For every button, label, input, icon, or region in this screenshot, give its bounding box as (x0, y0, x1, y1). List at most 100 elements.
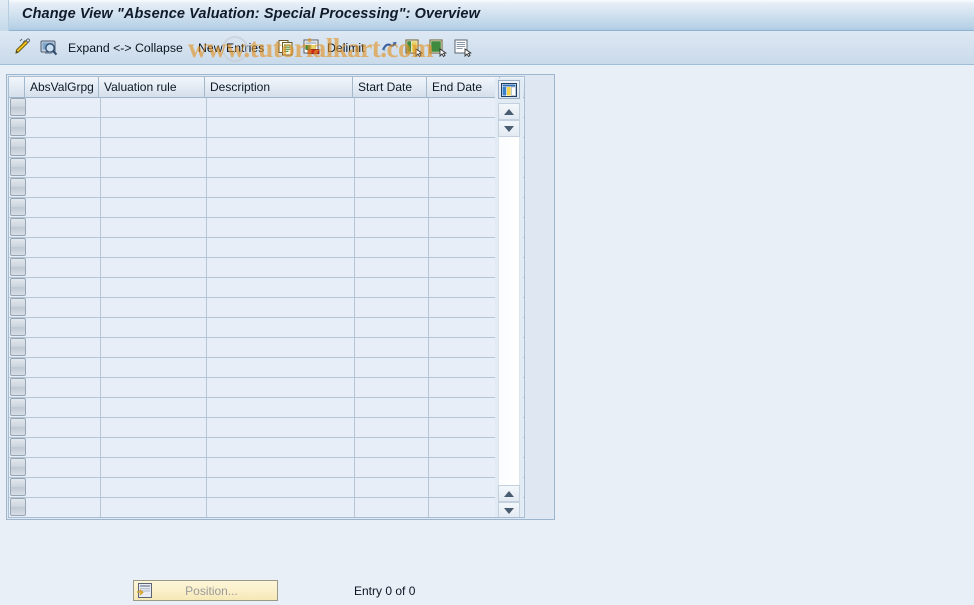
table-row[interactable] (9, 98, 524, 118)
row-select-button[interactable] (10, 278, 26, 296)
cell-valuationrule[interactable] (101, 138, 207, 157)
deselect-all-button[interactable] (452, 31, 473, 64)
cell-enddate[interactable] (429, 358, 502, 377)
cell-absvalgrp[interactable] (27, 138, 101, 157)
select-all-button[interactable] (403, 31, 424, 64)
undo-button[interactable] (379, 31, 400, 64)
row-select-button[interactable] (10, 358, 26, 376)
cell-valuationrule[interactable] (101, 218, 207, 237)
cell-valuationrule[interactable] (101, 338, 207, 357)
cell-description[interactable] (207, 498, 355, 517)
change-mode-button[interactable] (12, 31, 33, 64)
cell-description[interactable] (207, 98, 355, 117)
cell-startdate[interactable] (355, 238, 429, 257)
table-row[interactable] (9, 398, 524, 418)
row-select-button[interactable] (10, 118, 26, 136)
row-select-button[interactable] (10, 378, 26, 396)
cell-description[interactable] (207, 338, 355, 357)
cell-enddate[interactable] (429, 298, 502, 317)
cell-enddate[interactable] (429, 458, 502, 477)
cell-description[interactable] (207, 138, 355, 157)
cell-startdate[interactable] (355, 98, 429, 117)
cell-absvalgrp[interactable] (27, 338, 101, 357)
cell-enddate[interactable] (429, 418, 502, 437)
select-block-button[interactable] (427, 31, 448, 64)
cell-valuationrule[interactable] (101, 118, 207, 137)
row-select-button[interactable] (10, 478, 26, 496)
cell-startdate[interactable] (355, 318, 429, 337)
cell-startdate[interactable] (355, 338, 429, 357)
display-mode-button[interactable] (38, 31, 59, 64)
row-select-button[interactable] (10, 398, 26, 416)
column-config-button[interactable] (498, 80, 520, 99)
cell-absvalgrp[interactable] (27, 478, 101, 497)
cell-description[interactable] (207, 198, 355, 217)
row-select-button[interactable] (10, 218, 26, 236)
cell-valuationrule[interactable] (101, 478, 207, 497)
cell-enddate[interactable] (429, 338, 502, 357)
cell-startdate[interactable] (355, 158, 429, 177)
table-row[interactable] (9, 378, 524, 398)
cell-absvalgrp[interactable] (27, 218, 101, 237)
scroll-up-button-top[interactable] (498, 103, 520, 120)
cell-enddate[interactable] (429, 278, 502, 297)
cell-enddate[interactable] (429, 138, 502, 157)
cell-description[interactable] (207, 258, 355, 277)
cell-description[interactable] (207, 278, 355, 297)
row-select-button[interactable] (10, 138, 26, 156)
cell-valuationrule[interactable] (101, 438, 207, 457)
header-select-all-cell[interactable] (9, 77, 25, 97)
cell-description[interactable] (207, 158, 355, 177)
table-row[interactable] (9, 358, 524, 378)
cell-description[interactable] (207, 378, 355, 397)
cell-absvalgrp[interactable] (27, 118, 101, 137)
column-header-valuation-rule[interactable]: Valuation rule (99, 77, 205, 97)
cell-valuationrule[interactable] (101, 318, 207, 337)
cell-valuationrule[interactable] (101, 98, 207, 117)
cell-valuationrule[interactable] (101, 358, 207, 377)
cell-enddate[interactable] (429, 238, 502, 257)
cell-absvalgrp[interactable] (27, 98, 101, 117)
column-header-description[interactable]: Description (205, 77, 353, 97)
cell-enddate[interactable] (429, 498, 502, 517)
table-row[interactable] (9, 458, 524, 478)
cell-absvalgrp[interactable] (27, 298, 101, 317)
cell-enddate[interactable] (429, 318, 502, 337)
cell-enddate[interactable] (429, 198, 502, 217)
cell-description[interactable] (207, 298, 355, 317)
cell-description[interactable] (207, 478, 355, 497)
copy-button[interactable] (276, 31, 297, 64)
cell-valuationrule[interactable] (101, 278, 207, 297)
row-select-button[interactable] (10, 458, 26, 476)
row-select-button[interactable] (10, 238, 26, 256)
cell-absvalgrp[interactable] (27, 238, 101, 257)
scroll-down-button-bottom[interactable] (498, 502, 520, 517)
cell-startdate[interactable] (355, 278, 429, 297)
row-select-button[interactable] (10, 298, 26, 316)
delete-button[interactable] (301, 31, 322, 64)
cell-startdate[interactable] (355, 258, 429, 277)
cell-valuationrule[interactable] (101, 418, 207, 437)
cell-valuationrule[interactable] (101, 398, 207, 417)
cell-startdate[interactable] (355, 458, 429, 477)
table-row[interactable] (9, 178, 524, 198)
row-select-button[interactable] (10, 438, 26, 456)
cell-startdate[interactable] (355, 358, 429, 377)
cell-description[interactable] (207, 418, 355, 437)
cell-valuationrule[interactable] (101, 158, 207, 177)
expand-collapse-button[interactable]: Expand <-> Collapse (66, 31, 185, 64)
cell-startdate[interactable] (355, 398, 429, 417)
table-row[interactable] (9, 238, 524, 258)
table-row[interactable] (9, 158, 524, 178)
cell-startdate[interactable] (355, 118, 429, 137)
row-select-button[interactable] (10, 418, 26, 436)
cell-absvalgrp[interactable] (27, 318, 101, 337)
scroll-up-button-bottom[interactable] (498, 485, 520, 502)
cell-absvalgrp[interactable] (27, 498, 101, 517)
cell-description[interactable] (207, 178, 355, 197)
cell-absvalgrp[interactable] (27, 398, 101, 417)
table-row[interactable] (9, 258, 524, 278)
cell-absvalgrp[interactable] (27, 258, 101, 277)
cell-description[interactable] (207, 318, 355, 337)
cell-description[interactable] (207, 238, 355, 257)
